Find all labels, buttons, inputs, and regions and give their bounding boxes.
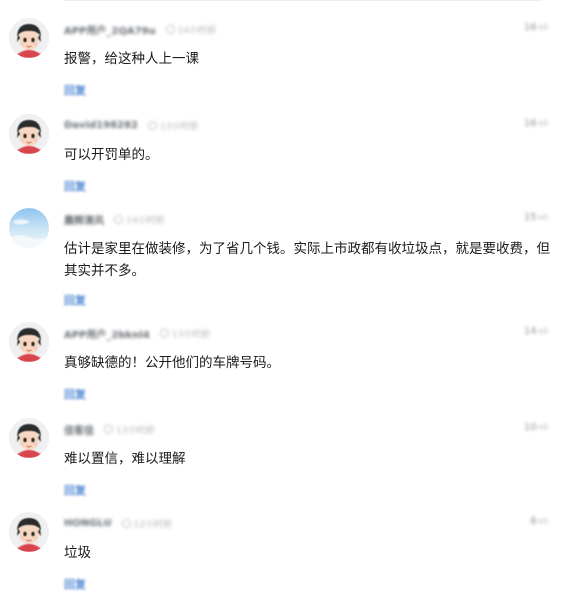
comment-list: APP用户_2QA79u 14小时前 16 👍︎ 报警，给这种人上一课 回复 D… — [0, 0, 562, 600]
comment-meta: APP用户_2QA79u 14小时前 — [64, 22, 217, 37]
like-count: 16 — [523, 22, 537, 33]
comment-meta: David198282 13小时前 — [64, 118, 198, 132]
avatar[interactable] — [9, 512, 49, 552]
comment-meta: 佳客佳 13小时前 — [64, 422, 155, 437]
comment-text: 垃圾 — [64, 545, 91, 561]
clock-icon — [159, 328, 169, 338]
timestamp: 13小时前 — [171, 329, 211, 340]
comment-text: 难以置信，难以理解 — [64, 451, 186, 467]
avatar[interactable] — [9, 114, 49, 154]
reply-button[interactable]: 回复 — [64, 82, 86, 98]
like-count: 15 — [523, 212, 537, 223]
reply-button[interactable]: 回复 — [64, 576, 86, 592]
username[interactable]: HONGLU — [64, 518, 112, 529]
avatar[interactable] — [9, 418, 49, 458]
username[interactable]: 晨辉清风 — [64, 212, 104, 227]
reply-button[interactable]: 回复 — [64, 386, 86, 402]
top-divider — [64, 0, 542, 1]
username[interactable]: David198282 — [64, 120, 138, 131]
avatar[interactable] — [9, 322, 49, 362]
avatar[interactable] — [9, 208, 49, 248]
comment-text: 可以开罚单的。 — [64, 147, 159, 163]
thumbs-up-icon: 👍︎ — [538, 22, 548, 33]
timestamp: 13小时前 — [159, 121, 199, 132]
clock-icon — [165, 24, 175, 34]
timestamp: 12小时前 — [133, 519, 173, 530]
thumbs-up-icon: 👍︎ — [538, 118, 548, 129]
reply-button[interactable]: 回复 — [64, 178, 86, 194]
thumbs-up-icon: 👍︎ — [538, 516, 548, 527]
like-button[interactable]: 16 👍︎ — [524, 118, 548, 129]
thumbs-up-icon: 👍︎ — [538, 422, 548, 433]
like-button[interactable]: 10 👍︎ — [524, 422, 548, 433]
like-button[interactable]: 14 👍︎ — [524, 326, 548, 337]
timestamp: 14小时前 — [177, 25, 217, 36]
comment-meta: 晨辉清风 14小时前 — [64, 212, 165, 227]
comment-meta: APP用户_2bknl4 13小时前 — [64, 326, 211, 341]
like-count: 8 — [530, 516, 537, 527]
comment-text: 真够缺德的！公开他们的车牌号码。 — [64, 355, 280, 371]
clock-icon — [114, 214, 123, 224]
comment-meta: HONGLU 12小时前 — [64, 516, 172, 530]
username[interactable]: APP用户_2QA79u — [64, 22, 156, 37]
like-count: 16 — [523, 118, 537, 129]
clock-icon — [147, 120, 157, 130]
like-button[interactable]: 8 👍︎ — [530, 516, 548, 527]
like-count: 14 — [523, 326, 537, 337]
username[interactable]: 佳客佳 — [64, 422, 94, 437]
reply-button[interactable]: 回复 — [64, 292, 86, 308]
like-button[interactable]: 15 👍︎ — [524, 212, 548, 223]
like-button[interactable]: 16 👍︎ — [524, 22, 548, 33]
like-count: 10 — [523, 422, 537, 433]
comment-text: 报警，给这种人上一课 — [64, 51, 199, 67]
username[interactable]: APP用户_2bknl4 — [64, 326, 150, 341]
timestamp: 13小时前 — [116, 425, 155, 436]
avatar[interactable] — [9, 18, 49, 58]
reply-button[interactable]: 回复 — [64, 482, 86, 498]
timestamp: 14小时前 — [126, 215, 165, 226]
comment-text: 估计是家里在做装修，为了省几个钱。实际上市政都有收垃圾点，就是要收费，但其实并不… — [64, 241, 550, 279]
thumbs-up-icon: 👍︎ — [538, 212, 548, 223]
clock-icon — [104, 424, 113, 434]
clock-icon — [121, 518, 131, 528]
thumbs-up-icon: 👍︎ — [538, 326, 548, 337]
